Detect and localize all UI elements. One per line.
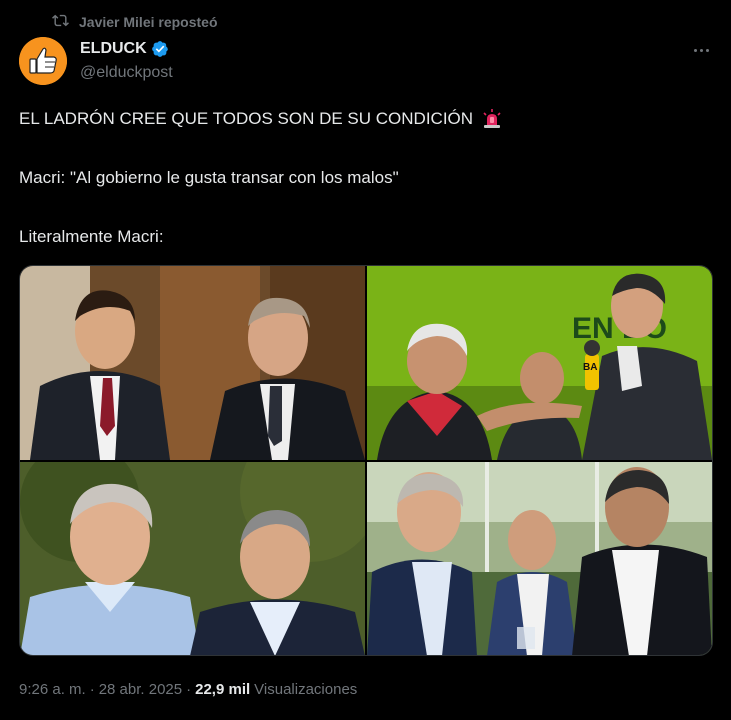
author-name[interactable]: ELDUCK — [80, 40, 147, 58]
footer-separator: · — [89, 681, 95, 698]
repost-indicator[interactable]: Javier Milei reposteó — [52, 12, 218, 32]
author-name-row[interactable]: ELDUCK — [80, 40, 169, 58]
avatar[interactable] — [19, 37, 67, 85]
tweet-date[interactable]: 28 abr. 2025 — [99, 681, 182, 698]
photo-two-men-outdoors-icon[interactable] — [20, 462, 365, 655]
tweet-footer: 9:26 a. m. · 28 abr. 2025 · 22,9 mil Vis… — [19, 681, 357, 698]
tweet-line-1: EL LADRÓN CREE QUE TODOS SON DE SU CONDI… — [19, 108, 699, 130]
author-handle[interactable]: @elduckpost — [80, 64, 173, 82]
verified-badge-icon[interactable] — [151, 40, 169, 58]
photo-two-men-suits-icon[interactable] — [20, 266, 365, 460]
thumbs-up-icon — [19, 37, 67, 85]
views-count[interactable]: 22,9 mil — [195, 681, 250, 698]
tweet-line-1-text: EL LADRÓN CREE QUE TODOS SON DE SU CONDI… — [19, 109, 474, 128]
tweet-line-3: Literalmente Macri: — [19, 227, 164, 246]
more-options-icon[interactable] — [688, 40, 714, 60]
siren-icon — [481, 108, 503, 130]
photo-men-green-background-icon[interactable]: EN DO BA — [367, 266, 712, 460]
repost-text: Javier Milei reposteó — [79, 14, 218, 30]
repost-icon — [52, 12, 69, 32]
tweet-line-2: Macri: "Al gobierno le gusta transar con… — [19, 168, 399, 187]
mic-text: BA — [583, 362, 597, 373]
tweet-text: EL LADRÓN CREE QUE TODOS SON DE SU CONDI… — [19, 108, 699, 285]
photo-three-men-window-icon[interactable] — [367, 462, 712, 655]
footer-separator-2: · — [186, 681, 192, 698]
views-label: Visualizaciones — [254, 681, 358, 698]
media-grid[interactable]: EN DO BA — [19, 265, 713, 656]
tweet-time[interactable]: 9:26 a. m. — [19, 681, 86, 698]
